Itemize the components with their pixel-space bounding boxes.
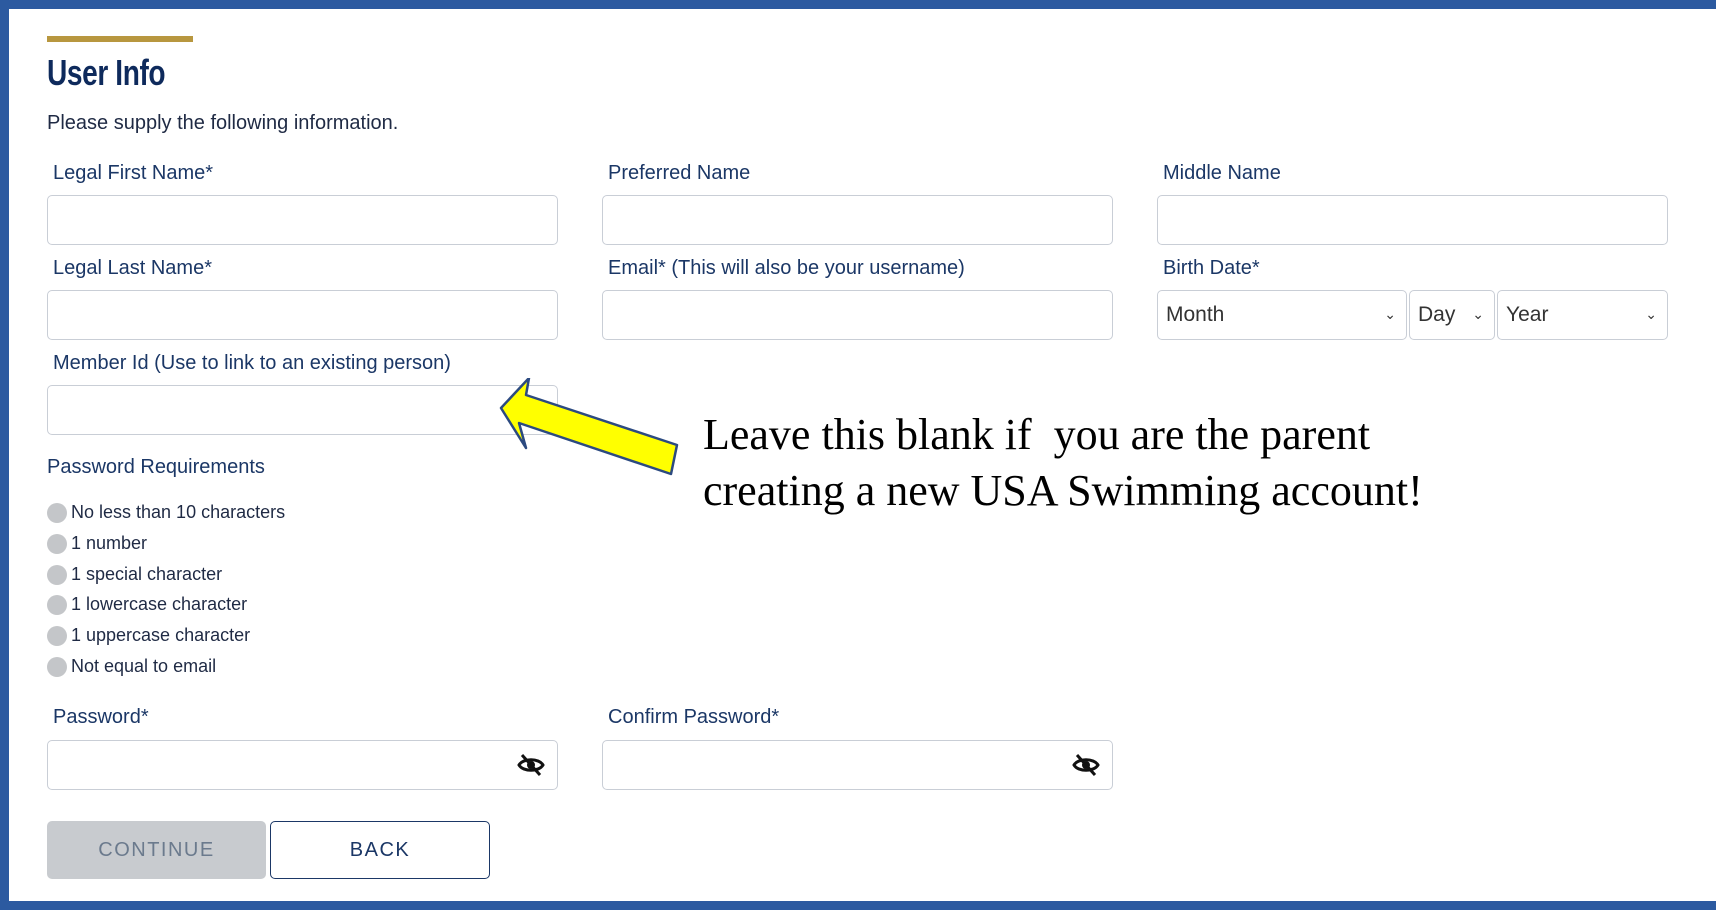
birth-year-value: Year	[1506, 303, 1549, 326]
status-dot-icon	[47, 502, 67, 523]
status-dot-icon	[47, 564, 67, 585]
requirement-item: 1 number	[47, 533, 147, 554]
back-button[interactable]: BACK	[270, 821, 490, 879]
chevron-down-icon: ⌄	[1645, 306, 1657, 322]
first-name-label: Legal First Name*	[53, 162, 214, 184]
annotation-line-2: creating a new USA Swimming account!	[703, 466, 1423, 515]
password-requirements-title: Password Requirements	[47, 456, 265, 478]
password-input[interactable]	[47, 740, 558, 790]
birth-day-value: Day	[1418, 303, 1456, 326]
last-name-label: Legal Last Name*	[53, 257, 212, 279]
callout-arrow-icon	[499, 378, 679, 476]
middle-name-label: Middle Name	[1163, 162, 1281, 184]
preferred-name-label: Preferred Name	[608, 162, 751, 184]
requirement-item: 1 special character	[47, 564, 222, 585]
preferred-name-input[interactable]	[602, 195, 1113, 245]
eye-slash-icon[interactable]	[517, 753, 545, 777]
confirm-password-input[interactable]	[602, 740, 1113, 790]
first-name-input[interactable]	[47, 195, 558, 245]
requirement-item: 1 uppercase character	[47, 625, 250, 646]
page-title: User Info	[47, 52, 166, 93]
chevron-down-icon: ⌄	[1472, 306, 1484, 322]
requirement-item: 1 lowercase character	[47, 594, 247, 615]
annotation-callout: Leave this blank if you are the parent c…	[703, 407, 1583, 519]
birth-date-label: Birth Date*	[1163, 257, 1260, 279]
requirement-text: Not equal to email	[71, 656, 217, 676]
birth-day-select[interactable]: Day ⌄	[1409, 290, 1495, 340]
email-label: Email* (This will also be your username)	[608, 257, 965, 279]
birth-year-select[interactable]: Year ⌄	[1497, 290, 1668, 340]
email-input[interactable]	[602, 290, 1113, 340]
annotation-line-1: Leave this blank if you are the parent	[703, 410, 1371, 459]
confirm-password-label: Confirm Password*	[608, 706, 780, 728]
member-id-label: Member Id (Use to link to an existing pe…	[53, 352, 451, 374]
eye-slash-icon[interactable]	[1072, 753, 1100, 777]
requirement-text: 1 uppercase character	[71, 625, 251, 645]
page-subtitle: Please supply the following information.	[47, 112, 399, 134]
title-accent-bar	[47, 36, 193, 42]
middle-name-input[interactable]	[1157, 195, 1668, 245]
requirement-text: 1 lowercase character	[71, 594, 248, 614]
requirement-text: 1 number	[71, 533, 148, 553]
last-name-input[interactable]	[47, 290, 558, 340]
status-dot-icon	[47, 533, 67, 554]
birth-month-value: Month	[1166, 303, 1225, 326]
status-dot-icon	[47, 625, 67, 646]
requirement-text: No less than 10 characters	[71, 502, 286, 522]
requirement-item: No less than 10 characters	[47, 502, 285, 523]
chevron-down-icon: ⌄	[1384, 306, 1396, 322]
status-dot-icon	[47, 656, 67, 677]
password-label: Password*	[53, 706, 149, 728]
requirement-item: Not equal to email	[47, 656, 216, 677]
requirement-text: 1 special character	[71, 564, 223, 584]
birth-month-select[interactable]: Month ⌄	[1157, 290, 1407, 340]
continue-button[interactable]: CONTINUE	[47, 821, 266, 879]
member-id-input[interactable]	[47, 385, 558, 435]
status-dot-icon	[47, 594, 67, 615]
